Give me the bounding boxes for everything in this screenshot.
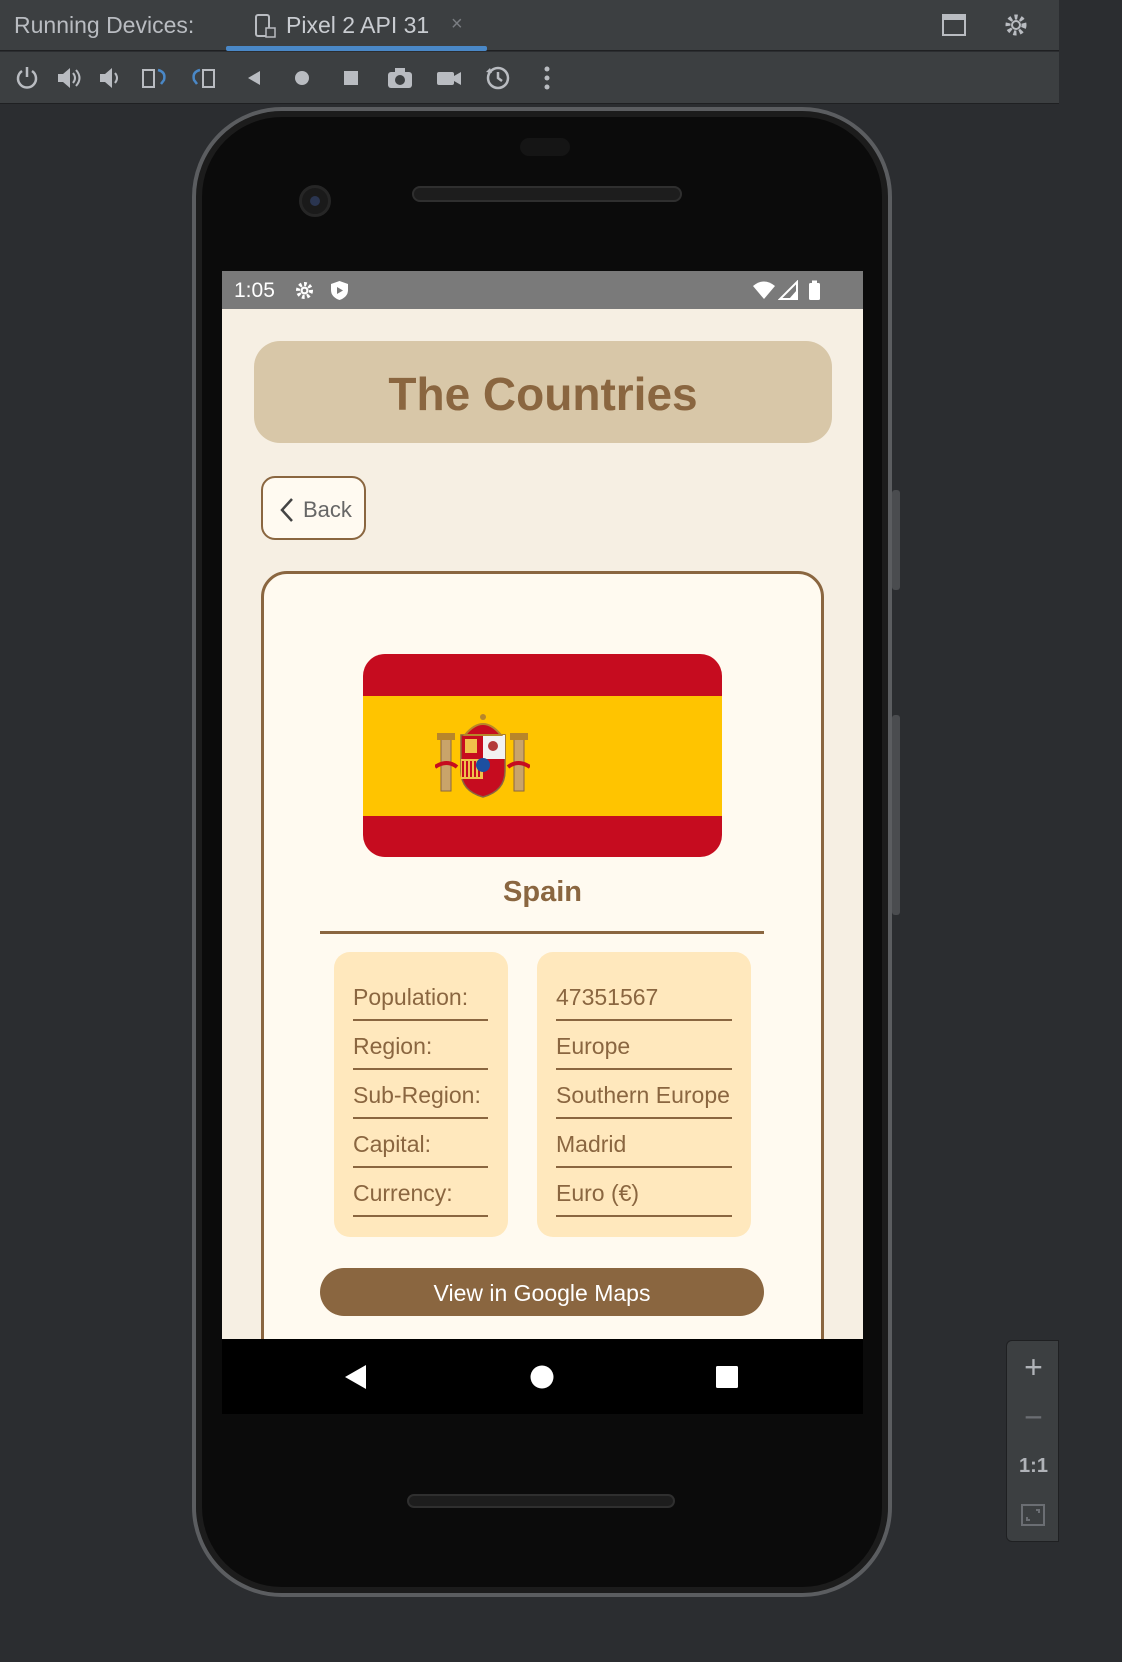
info-value-row: 47351567 xyxy=(556,972,732,1021)
population-value: 47351567 xyxy=(556,984,659,1010)
front-camera xyxy=(299,185,331,217)
overview-icon[interactable] xyxy=(337,64,365,92)
info-label-row: Region: xyxy=(353,1021,488,1070)
info-label-row: Capital: xyxy=(353,1119,488,1168)
active-tab-indicator xyxy=(226,46,487,51)
battery-icon xyxy=(809,280,820,300)
actual-size-button[interactable]: 1:1 xyxy=(1007,1455,1060,1478)
back-icon[interactable] xyxy=(240,64,268,92)
population-label: Population: xyxy=(353,984,469,1010)
back-button-label: Back xyxy=(303,497,352,522)
status-time: 1:05 xyxy=(234,279,275,302)
close-icon[interactable]: × xyxy=(451,13,463,36)
subregion-value: Southern Europe xyxy=(556,1082,730,1108)
region-label: Region: xyxy=(353,1033,433,1059)
region-value: Europe xyxy=(556,1033,631,1059)
bottom-speaker xyxy=(407,1494,675,1508)
gear-icon[interactable] xyxy=(1002,11,1030,39)
sensor-notch xyxy=(520,138,570,156)
volume-rocker xyxy=(892,715,900,915)
zoom-controls: + − 1:1 xyxy=(1006,1340,1059,1542)
device-tab[interactable]: Pixel 2 API 31 × xyxy=(226,0,487,51)
status-bar: 1:05 xyxy=(222,271,863,309)
chevron-left-icon xyxy=(280,498,293,522)
maps-button-label: View in Google Maps xyxy=(433,1280,651,1306)
device-icon xyxy=(255,14,276,38)
subregion-label: Sub-Region: xyxy=(353,1082,481,1108)
rotate-left-icon[interactable] xyxy=(140,64,168,92)
capital-value: Madrid xyxy=(556,1131,627,1157)
device-screen[interactable]: 1:05 The Countries Back Spain Population… xyxy=(222,271,863,1339)
coat-of-arms-icon xyxy=(435,714,530,798)
home-icon[interactable] xyxy=(288,64,316,92)
shield-icon xyxy=(331,281,348,300)
running-devices-header: Running Devices: Pixel 2 API 31 × xyxy=(0,0,1059,51)
wifi-icon xyxy=(753,281,775,299)
more-icon[interactable] xyxy=(533,64,561,92)
page-title: The Countries xyxy=(388,368,698,420)
view-in-google-maps-button[interactable]: View in Google Maps xyxy=(320,1268,764,1316)
currency-label: Currency: xyxy=(353,1180,453,1206)
app-header: The Countries xyxy=(254,341,832,443)
currency-value: Euro (€) xyxy=(556,1180,640,1206)
nav-back-icon[interactable] xyxy=(342,1363,370,1391)
volume-down-icon[interactable] xyxy=(97,64,125,92)
volume-up-icon[interactable] xyxy=(55,64,83,92)
zoom-in-button[interactable]: + xyxy=(1007,1349,1060,1386)
panel-title: Running Devices: xyxy=(14,12,195,38)
snapshot-icon[interactable] xyxy=(484,64,512,92)
settings-icon xyxy=(296,282,313,299)
nav-home-icon[interactable] xyxy=(528,1363,556,1391)
country-name: Spain xyxy=(503,876,582,908)
flag-stripe-yellow xyxy=(363,696,722,816)
nav-overview-icon[interactable] xyxy=(713,1363,741,1391)
capital-label: Capital: xyxy=(353,1131,431,1157)
system-navigation-bar xyxy=(222,1339,863,1414)
info-labels-column: Population: Region: Sub-Region: Capital:… xyxy=(334,952,508,1237)
power-button xyxy=(892,490,900,590)
flag-stripe-red-bottom xyxy=(363,816,722,857)
flag-stripe-red-top xyxy=(363,654,722,696)
spain-flag xyxy=(363,654,722,857)
info-value-row: Europe xyxy=(556,1021,732,1070)
fit-screen-icon[interactable] xyxy=(1019,1501,1047,1529)
device-tab-label: Pixel 2 API 31 xyxy=(286,12,430,38)
info-label-row: Population: xyxy=(353,972,488,1021)
earpiece-speaker xyxy=(412,186,682,202)
divider xyxy=(320,931,764,934)
emulator-toolbar xyxy=(0,52,1059,104)
info-label-row: Currency: xyxy=(353,1168,488,1217)
info-values-column: 47351567 Europe Southern Europe Madrid E… xyxy=(537,952,751,1237)
signal-icon xyxy=(778,280,798,300)
power-icon[interactable] xyxy=(13,64,41,92)
rotate-right-icon[interactable] xyxy=(190,64,218,92)
country-card: Spain Population: Region: Sub-Region: Ca… xyxy=(261,571,824,1339)
info-value-row: Madrid xyxy=(556,1119,732,1168)
info-label-row: Sub-Region: xyxy=(353,1070,488,1119)
zoom-out-button[interactable]: − xyxy=(1007,1399,1060,1436)
screen-record-icon[interactable] xyxy=(435,64,463,92)
info-value-row: Euro (€) xyxy=(556,1168,732,1217)
window-layout-icon[interactable] xyxy=(940,11,968,39)
back-button[interactable]: Back xyxy=(261,476,366,540)
screenshot-icon[interactable] xyxy=(386,64,414,92)
info-value-row: Southern Europe xyxy=(556,1070,732,1119)
